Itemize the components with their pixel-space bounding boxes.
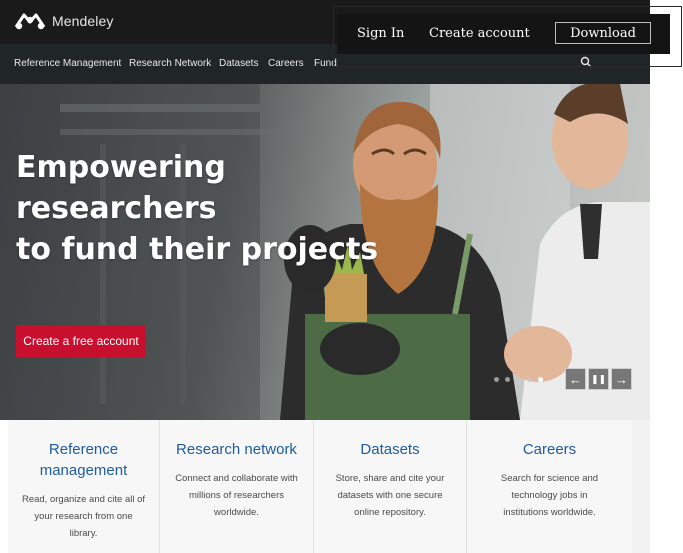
- nav-item-research-network[interactable]: Research Network: [129, 58, 211, 69]
- card-reference-management[interactable]: Reference management Read, organize and …: [8, 420, 159, 553]
- download-button[interactable]: Download: [555, 22, 651, 44]
- carousel-indicators: [494, 377, 543, 382]
- nav-item-careers[interactable]: Careers: [268, 58, 304, 69]
- card-careers[interactable]: Careers Search for science and technolog…: [466, 420, 632, 553]
- hero-banner: Empowering researchers to fund their pro…: [0, 84, 650, 420]
- card-title[interactable]: Reference management: [29, 420, 139, 481]
- hero-title: Empowering researchers to fund their pro…: [16, 147, 396, 270]
- create-free-account-button[interactable]: Create a free account: [16, 325, 146, 357]
- carousel-prev-button[interactable]: ←: [565, 368, 586, 390]
- carousel-dot[interactable]: [494, 377, 499, 382]
- carousel-pause-button[interactable]: ❚❚: [588, 368, 609, 390]
- hero-title-line-1: Empowering researchers: [16, 150, 226, 226]
- card-title[interactable]: Datasets: [314, 420, 466, 460]
- card-title[interactable]: Careers: [467, 420, 632, 460]
- card-description: Store, share and cite your datasets with…: [335, 473, 445, 518]
- mendeley-logo[interactable]: Mendeley: [12, 10, 114, 32]
- nav-item-reference-management[interactable]: Reference Management: [14, 58, 121, 69]
- card-description: Connect and collaborate with millions of…: [175, 473, 298, 518]
- page-edge: [632, 420, 650, 553]
- nav-item-datasets[interactable]: Datasets: [219, 58, 258, 69]
- card-title[interactable]: Research network: [160, 420, 313, 460]
- sign-in-link[interactable]: Sign In: [357, 26, 404, 41]
- carousel-dot-active[interactable]: [538, 377, 543, 382]
- brand-name: Mendeley: [52, 13, 114, 29]
- create-account-link[interactable]: Create account: [429, 26, 530, 41]
- carousel-dot[interactable]: [527, 377, 532, 382]
- card-description: Read, organize and cite all of your rese…: [21, 494, 146, 539]
- carousel-dot[interactable]: [516, 377, 521, 382]
- card-research-network[interactable]: Research network Connect and collaborate…: [159, 420, 313, 553]
- card-description: Search for science and technology jobs i…: [500, 473, 599, 518]
- carousel-dot[interactable]: [505, 377, 510, 382]
- carousel-next-button[interactable]: →: [611, 368, 632, 390]
- card-datasets[interactable]: Datasets Store, share and cite your data…: [313, 420, 466, 553]
- mendeley-logo-icon: [14, 13, 46, 30]
- hero-title-line-2: to fund their projects: [16, 232, 379, 267]
- auth-bar: Sign In Create account Download: [337, 14, 670, 54]
